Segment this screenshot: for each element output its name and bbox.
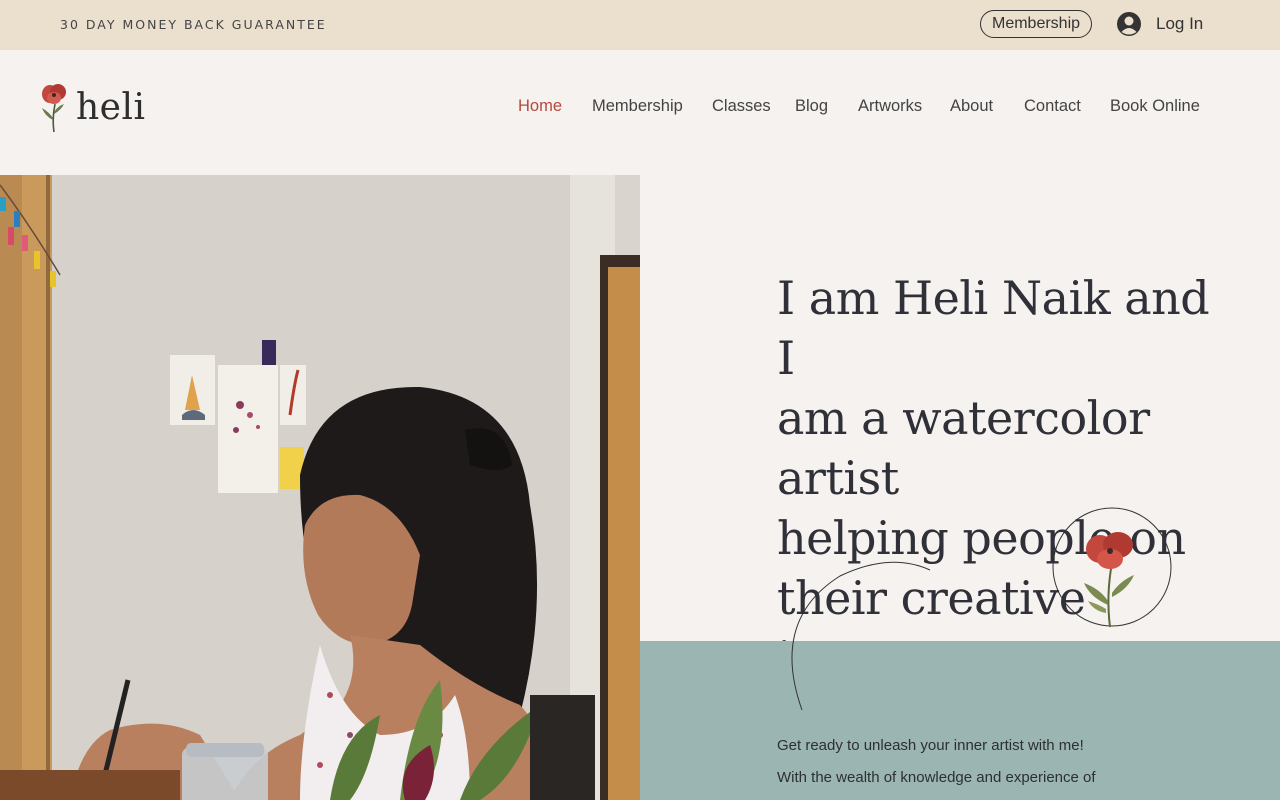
nav-membership[interactable]: Membership — [592, 97, 683, 116]
membership-pill-button[interactable]: Membership — [980, 10, 1092, 38]
site-logo[interactable]: heli — [36, 80, 146, 134]
artist-photo — [0, 175, 640, 800]
hero-heading-line-1: I am Heli Naik and I — [777, 271, 1210, 385]
poppy-badge-icon — [1052, 507, 1172, 628]
announcement-bar: 30 DAY MONEY BACK GUARANTEE Membership L… — [0, 0, 1280, 50]
decorative-arc — [791, 561, 931, 711]
intro-text-line-2: With the wealth of knowledge and experie… — [777, 769, 1096, 786]
user-avatar-icon — [1117, 12, 1141, 36]
nav-home[interactable]: Home — [518, 97, 562, 116]
login-button[interactable]: Log In — [1116, 10, 1203, 38]
nav-classes[interactable]: Classes — [712, 97, 771, 116]
site-header: heli Home Membership Classes Blog Artwor… — [0, 50, 1280, 175]
poppy-flower-icon — [42, 84, 66, 133]
artist-painting-illustration — [0, 175, 640, 800]
promo-text: 30 DAY MONEY BACK GUARANTEE — [60, 17, 327, 32]
logo-wordmark: heli — [76, 86, 146, 128]
nav-blog[interactable]: Blog — [795, 97, 828, 116]
hero-heading-line-2: am a watercolor artist — [777, 391, 1150, 505]
nav-book-online[interactable]: Book Online — [1110, 97, 1200, 116]
intro-text-line-1: Get ready to unleash your inner artist w… — [777, 737, 1084, 754]
nav-artworks[interactable]: Artworks — [858, 97, 922, 116]
nav-contact[interactable]: Contact — [1024, 97, 1081, 116]
nav-about[interactable]: About — [950, 97, 993, 116]
login-label: Log In — [1156, 14, 1204, 33]
